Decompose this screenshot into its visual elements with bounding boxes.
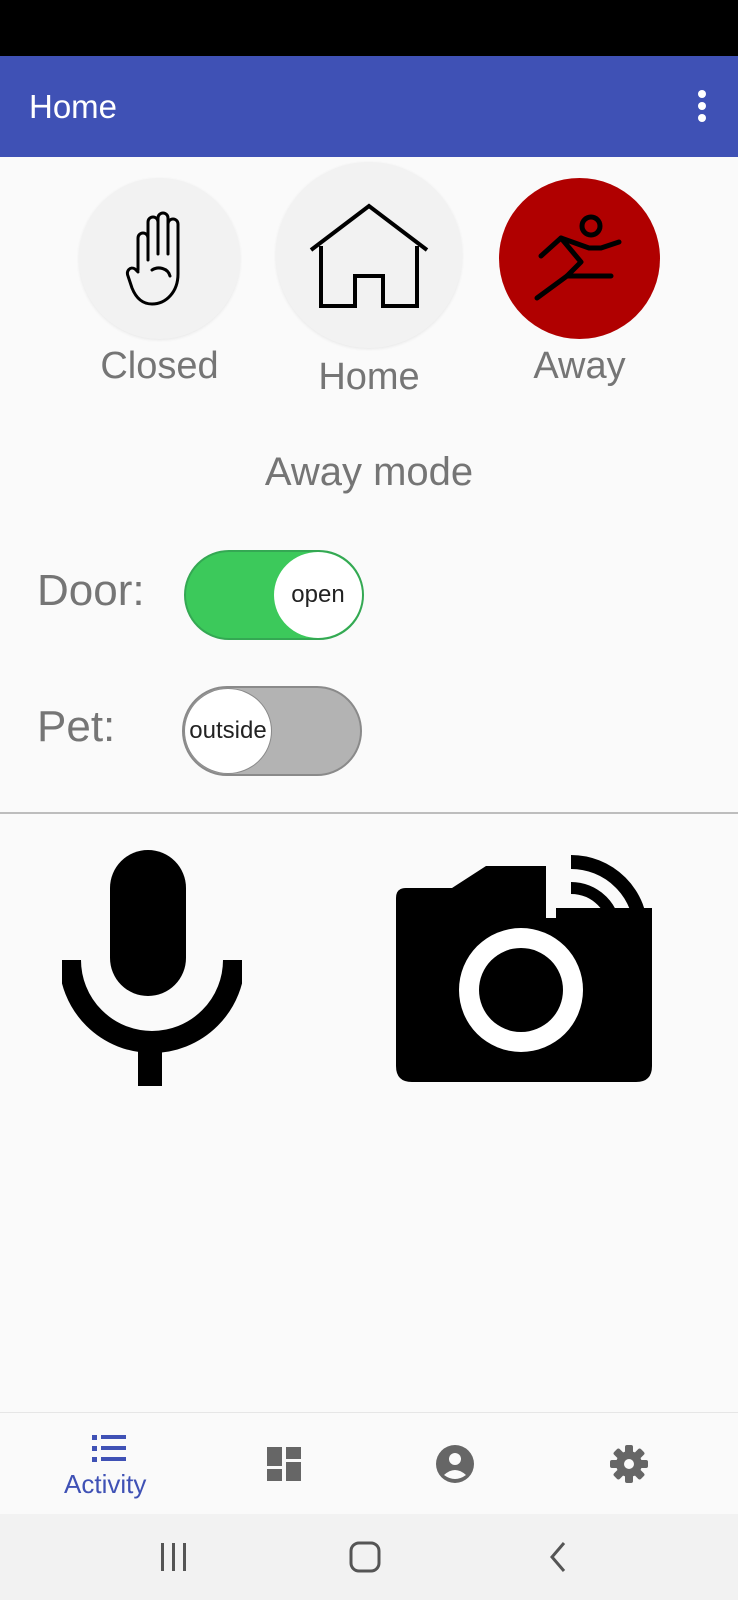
recent-apps-icon[interactable] — [159, 1543, 189, 1571]
pet-toggle[interactable]: outside — [182, 686, 362, 776]
nav-activity-label: Activity — [64, 1469, 147, 1499]
nav-activity[interactable]: Activity — [40, 1413, 180, 1515]
home-circle-icon[interactable] — [349, 1541, 381, 1573]
divider — [0, 812, 738, 814]
mode-home-label: Home — [318, 356, 420, 398]
mode-closed-button[interactable] — [79, 178, 240, 339]
house-icon — [309, 203, 429, 308]
pet-label: Pet: — [37, 702, 116, 751]
bottom-nav: Activity — [0, 1412, 738, 1514]
mode-home-button[interactable] — [276, 162, 462, 348]
pet-state: outside — [184, 688, 272, 774]
raised-hand-icon — [126, 211, 180, 306]
nav-dashboard[interactable] — [230, 1413, 340, 1515]
mode-away-button[interactable] — [499, 178, 660, 339]
running-person-icon — [534, 214, 622, 301]
door-toggle[interactable]: open — [184, 550, 364, 640]
door-state: open — [274, 552, 362, 638]
door-label: Door: — [37, 566, 145, 615]
account-circle-icon — [436, 1445, 474, 1483]
more-vert-icon[interactable] — [682, 86, 718, 126]
app-title: Home — [29, 88, 118, 125]
list-icon — [92, 1435, 126, 1462]
mode-closed-label: Closed — [100, 345, 219, 387]
mode-title: Away mode — [264, 450, 474, 494]
app-bar: Home — [0, 56, 738, 157]
dashboard-icon — [267, 1447, 301, 1481]
status-bar — [0, 0, 738, 56]
nav-settings[interactable] — [574, 1413, 684, 1515]
system-nav-bar — [0, 1514, 738, 1600]
mode-away-label: Away — [533, 345, 626, 387]
back-icon[interactable] — [548, 1541, 568, 1573]
settings-icon — [610, 1445, 648, 1483]
microphone-icon[interactable] — [62, 850, 242, 1086]
nav-account[interactable] — [400, 1413, 510, 1515]
camera-stream-icon[interactable] — [396, 838, 652, 1088]
